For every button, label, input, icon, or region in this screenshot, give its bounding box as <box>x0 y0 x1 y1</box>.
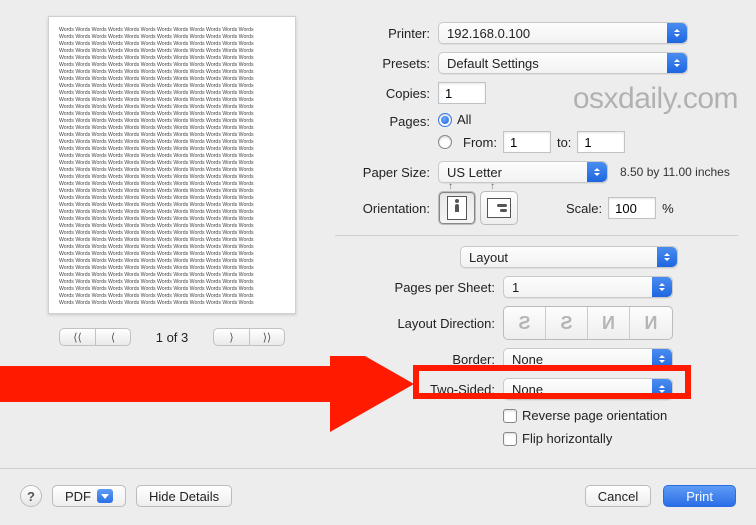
paper-size-label: Paper Size: <box>345 165 430 180</box>
layout-direction-label: Layout Direction: <box>345 316 495 331</box>
printer-label: Printer: <box>345 26 430 41</box>
border-label: Border: <box>345 352 495 367</box>
layout-dir-n-icon[interactable]: И <box>588 307 630 339</box>
pages-from-radio[interactable] <box>438 135 452 149</box>
orientation-portrait-button[interactable]: ↑ <box>438 191 476 225</box>
layout-dir-s-icon[interactable]: Ƨ <box>546 307 588 339</box>
layout-direction-group[interactable]: Ƨ Ƨ И И <box>503 306 673 340</box>
border-select[interactable]: None <box>503 348 673 370</box>
scale-input[interactable] <box>608 197 656 219</box>
orientation-landscape-button[interactable]: ↑ <box>480 191 518 225</box>
two-sided-select[interactable]: None <box>503 378 673 400</box>
next-page-button[interactable]: ⟩ <box>213 328 249 346</box>
reverse-orientation-checkbox[interactable] <box>503 409 517 423</box>
help-button[interactable]: ? <box>20 485 42 507</box>
copies-label: Copies: <box>345 86 430 101</box>
presets-label: Presets: <box>345 56 430 71</box>
layout-dir-n2-icon[interactable]: И <box>630 307 672 339</box>
cancel-button[interactable]: Cancel <box>585 485 651 507</box>
pages-to-label: to: <box>557 135 571 150</box>
page-indicator: 1 of 3 <box>145 330 199 345</box>
pages-from-input[interactable] <box>503 131 551 153</box>
printer-select[interactable]: 192.168.0.100 <box>438 22 688 44</box>
pages-all-label: All <box>457 112 471 127</box>
two-sided-label: Two-Sided: <box>345 382 495 397</box>
hide-details-button[interactable]: Hide Details <box>136 485 232 507</box>
paper-size-select[interactable]: US Letter <box>438 161 608 183</box>
pages-from-label: From: <box>463 135 497 150</box>
arrow-up-icon: ↑ <box>448 181 453 192</box>
print-button[interactable]: Print <box>663 485 736 507</box>
section-select[interactable]: Layout <box>460 246 678 268</box>
pages-all-radio[interactable] <box>438 113 452 127</box>
scale-label: Scale: <box>566 201 602 216</box>
pps-label: Pages per Sheet: <box>345 280 495 295</box>
page-preview: Words Words Words Words Words Words Word… <box>48 16 296 314</box>
first-page-button[interactable]: ⟨⟨ <box>59 328 95 346</box>
pps-select[interactable]: 1 <box>503 276 673 298</box>
paper-dim-label: 8.50 by 11.00 inches <box>620 165 730 179</box>
copies-input[interactable] <box>438 82 486 104</box>
pages-to-input[interactable] <box>577 131 625 153</box>
flip-horizontal-checkbox[interactable] <box>503 432 517 446</box>
orientation-label: Orientation: <box>345 201 430 216</box>
prev-page-button[interactable]: ⟨ <box>95 328 131 346</box>
layout-dir-z-icon[interactable]: Ƨ <box>504 307 546 339</box>
chevron-down-icon <box>97 489 113 503</box>
reverse-orientation-label: Reverse page orientation <box>522 408 667 423</box>
arrow-up-icon: ↑ <box>490 181 495 192</box>
flip-horizontal-label: Flip horizontally <box>522 431 612 446</box>
pdf-dropdown[interactable]: PDF <box>52 485 126 507</box>
scale-pct-label: % <box>662 201 674 216</box>
presets-select[interactable]: Default Settings <box>438 52 688 74</box>
last-page-button[interactable]: ⟩⟩ <box>249 328 285 346</box>
pages-label: Pages: <box>345 112 430 129</box>
